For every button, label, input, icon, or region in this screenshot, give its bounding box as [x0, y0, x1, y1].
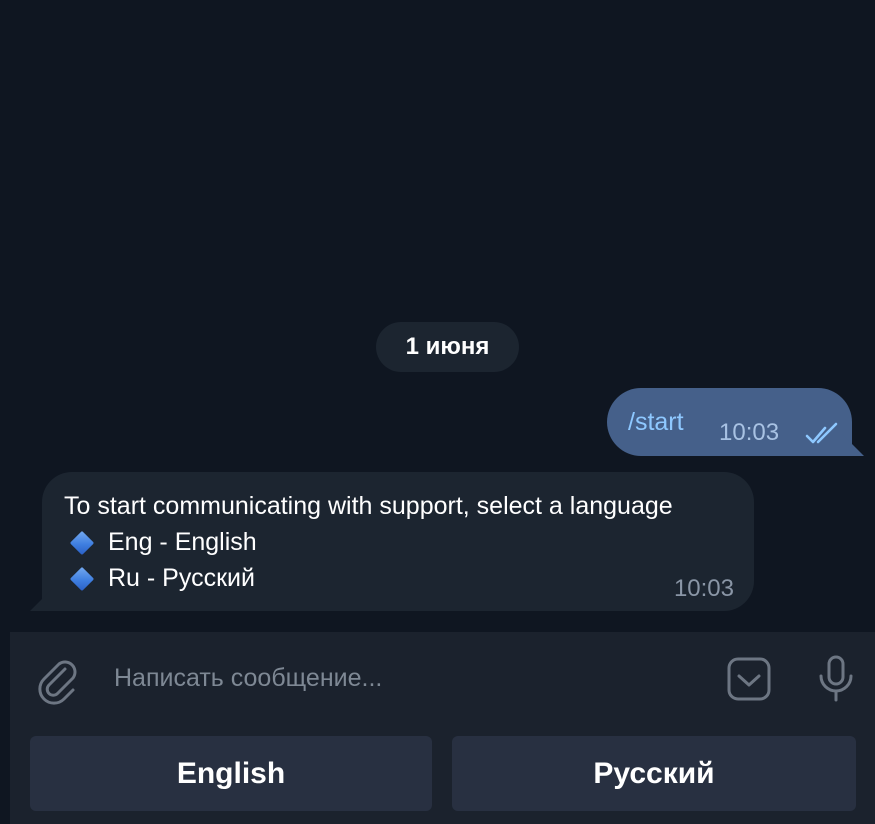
- paperclip-icon[interactable]: [38, 658, 82, 706]
- language-option-english: Eng - English: [64, 528, 257, 557]
- bubble-tail: [30, 589, 52, 611]
- message-time: 10:03: [673, 575, 734, 602]
- message-input[interactable]: [114, 660, 694, 696]
- blue-diamond-icon: [69, 530, 95, 555]
- english-button[interactable]: English: [30, 736, 432, 811]
- outgoing-message[interactable]: /start 10:03: [607, 388, 864, 456]
- message-time: 10:03: [719, 419, 780, 446]
- language-option-russian: Ru - Русский: [64, 564, 255, 593]
- sticker-icon[interactable]: [726, 656, 772, 702]
- double-check-icon: [805, 422, 838, 444]
- russian-button[interactable]: Русский: [452, 736, 856, 811]
- option-label: Ru - Русский: [108, 564, 255, 592]
- button-label: Русский: [593, 756, 715, 790]
- incoming-message[interactable]: To start communicating with support, sel…: [30, 472, 754, 611]
- command-link[interactable]: /start: [628, 408, 684, 437]
- message-text: To start communicating with support, sel…: [64, 492, 673, 520]
- chat-area: 1 июня /start 10:03 To start communicati…: [0, 0, 875, 632]
- button-label: English: [176, 756, 286, 790]
- date-divider: 1 июня: [376, 322, 519, 372]
- option-label: Eng - English: [108, 528, 257, 556]
- microphone-icon[interactable]: [816, 654, 856, 704]
- blue-diamond-icon: [69, 566, 95, 591]
- bubble-tail: [842, 434, 864, 456]
- date-label: 1 июня: [405, 333, 490, 360]
